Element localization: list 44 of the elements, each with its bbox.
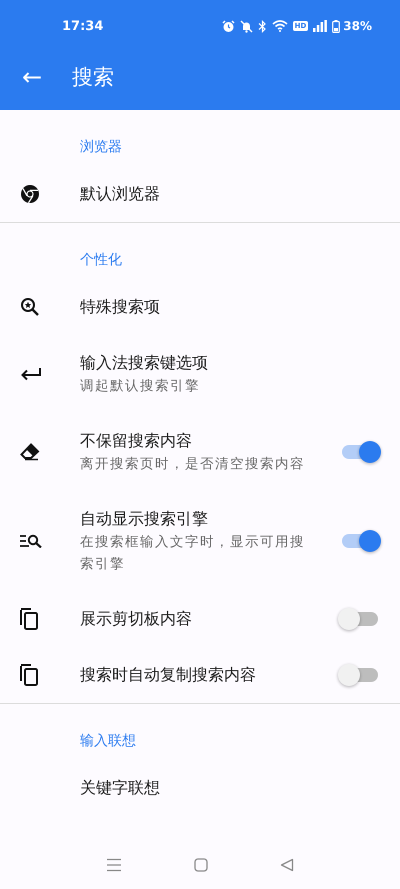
bluetooth-icon: [258, 20, 267, 32]
search-star-icon: [20, 297, 40, 317]
toggle-switch[interactable]: [342, 529, 378, 553]
item-title: 不保留搜索内容: [80, 430, 193, 452]
back-button[interactable]: ←: [18, 63, 46, 91]
item-title: 搜索时自动复制搜索内容: [80, 664, 257, 686]
item-description: 在搜索框输入文字时，显示可用搜索引擎: [80, 533, 306, 574]
status-time: 17:34: [62, 18, 104, 34]
section-header: 个性化: [80, 252, 122, 268]
home-icon[interactable]: [194, 858, 208, 872]
item-title: 默认浏览器: [80, 183, 161, 205]
bell-off-icon: [240, 20, 253, 32]
menu-icon[interactable]: [106, 858, 122, 872]
page-title: 搜索: [72, 64, 114, 91]
item-title: 关键字联想: [80, 777, 161, 799]
settings-item[interactable]: 搜索时自动复制搜索内容: [0, 647, 400, 703]
wifi-icon: [272, 20, 288, 32]
alarm-icon: [222, 20, 235, 32]
signal-icon: [313, 20, 328, 32]
settings-item[interactable]: 输入法搜索键选项 调起默认搜索引擎: [0, 335, 400, 413]
item-title: 展示剪切板内容: [80, 608, 193, 630]
section-header: 浏览器: [80, 139, 122, 155]
settings-item[interactable]: 关键字联想: [0, 760, 400, 816]
item-title: 输入法搜索键选项: [80, 352, 209, 374]
section-header: 输入联想: [80, 733, 136, 749]
settings-item[interactable]: 自动显示搜索引擎 在搜索框输入文字时，显示可用搜索引擎: [0, 491, 400, 591]
settings-item[interactable]: 不保留搜索内容 离开搜索页时，是否清空搜索内容: [0, 413, 400, 491]
item-title: 自动显示搜索引擎: [80, 508, 209, 530]
enter-arrow-icon: [20, 367, 42, 381]
copy-icon: [20, 664, 38, 686]
item-description: 调起默认搜索引擎: [80, 377, 201, 396]
eraser-icon: [20, 443, 40, 461]
battery-icon: [332, 20, 340, 32]
item-title: 特殊搜索项: [80, 296, 161, 318]
search-list-icon: [20, 534, 42, 548]
battery-level: 38%: [343, 19, 372, 33]
settings-item[interactable]: 默认浏览器: [0, 166, 400, 222]
back-icon[interactable]: [280, 858, 294, 872]
settings-item[interactable]: 特殊搜索项: [0, 279, 400, 335]
browser-icon: [20, 184, 40, 204]
copy-icon: [20, 608, 38, 630]
settings-item[interactable]: 展示剪切板内容: [0, 591, 400, 647]
item-description: 离开搜索页时，是否清空搜索内容: [80, 455, 306, 474]
toggle-switch[interactable]: [342, 440, 378, 464]
